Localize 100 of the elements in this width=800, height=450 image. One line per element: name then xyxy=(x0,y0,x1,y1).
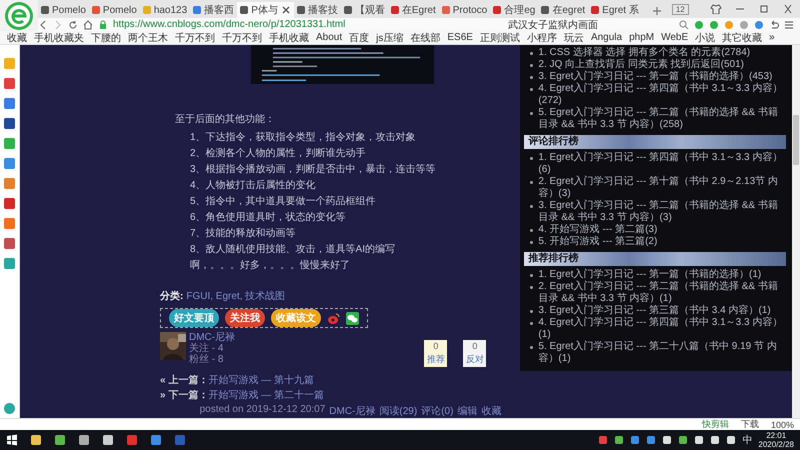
browser-tab[interactable]: 在Egret xyxy=(388,2,439,18)
plus-icon[interactable] xyxy=(652,6,662,16)
browser-tab[interactable]: Egret 系 xyxy=(588,2,642,18)
search-icon[interactable] xyxy=(679,20,689,30)
address-field[interactable]: https://www.cnblogs.com/dmc-nero/p/12031331.html xyxy=(113,19,499,30)
sidebar-link[interactable]: 4. Egret入门学习日记 --- 第四篇（书中 3.1～3.3 内容）(272) xyxy=(528,83,786,107)
refresh-icon[interactable] xyxy=(68,20,78,30)
bookmark[interactable]: 两个王木 xyxy=(127,30,169,44)
tray-icon[interactable] xyxy=(726,435,736,445)
scrollbar[interactable] xyxy=(792,45,800,418)
app-icon[interactable] xyxy=(4,118,15,129)
close-icon[interactable] xyxy=(280,5,291,15)
bookmark[interactable]: 其它收藏 xyxy=(721,30,764,44)
bookmark[interactable]: 下腰的 xyxy=(90,30,122,44)
sidebar-link[interactable]: 3. Egret入门学习日记 --- 第一篇（书籍的选择）(453) xyxy=(528,71,786,83)
app-icon[interactable] xyxy=(30,434,42,446)
tray-icon[interactable] xyxy=(662,435,672,445)
tab-count[interactable]: 12 xyxy=(672,4,689,15)
tray-icon[interactable] xyxy=(710,435,720,445)
search-field[interactable]: 武汉女子监狱内画面 xyxy=(504,18,674,30)
sidebar-link[interactable]: 2. Egret入门学习日记 --- 第二篇（书籍的选择 && 书籍目录 && 书中 3.3 节 内容）(1) xyxy=(528,281,786,305)
tray-icon[interactable] xyxy=(694,435,704,445)
list-item: 5、指令中，其中道具要做一个药品框组件 xyxy=(190,196,377,207)
bookmark[interactable]: ES6E xyxy=(446,32,474,43)
app-icon[interactable] xyxy=(102,434,114,446)
sidebar-link[interactable]: 4. 开始写游戏 --- 第二篇(3) xyxy=(528,224,786,236)
chat-icon[interactable] xyxy=(346,312,359,324)
bookmark[interactable]: 手机收藏夹 xyxy=(33,30,85,44)
bookmark[interactable]: 千万不到 xyxy=(221,30,263,44)
input-method[interactable]: 中 xyxy=(742,433,752,447)
browser-tab[interactable]: 在egret xyxy=(538,2,588,18)
back-icon[interactable] xyxy=(38,20,48,30)
menu-icon[interactable] xyxy=(784,20,794,30)
post-link[interactable]: 开始写游戏 — 第二十一篇 xyxy=(208,388,324,402)
maximize-icon[interactable] xyxy=(758,4,770,14)
sidebar-link[interactable]: 1. CSS 选择器 选择 拥有多个类名 的元素(2784) xyxy=(528,47,786,59)
sidebar-link[interactable]: 5. Egret入门学习日记 --- 第二篇（书籍的选择 && 书籍目录 && 书中 3.3 节 内容）(258) xyxy=(528,107,786,131)
category-link[interactable]: FGUI, Egret, 技术战图 xyxy=(186,289,286,303)
bookmark[interactable]: js压缩 xyxy=(375,30,404,44)
sidebar-link[interactable]: 2. JQ 向上查找背后 同类元素 找到后返回(501) xyxy=(528,59,786,71)
app-icon[interactable] xyxy=(150,434,162,446)
app-icon[interactable] xyxy=(54,434,66,446)
bookmark[interactable]: 正则测试 xyxy=(478,30,521,44)
sidebar-link[interactable]: 1. Egret入门学习日记 --- 第一篇（书籍的选择）(1) xyxy=(528,269,786,281)
sidebar-link[interactable]: 2. Egret入门学习日记 --- 第十篇（书中 2.9～2.13节 内容）(3) xyxy=(528,176,786,200)
bookmark[interactable]: 收藏 xyxy=(6,30,28,44)
bookmark[interactable]: 小程序 xyxy=(526,30,558,44)
status-item[interactable]: 下载 xyxy=(740,418,759,431)
browser-tab[interactable]: P体与 xyxy=(237,2,294,18)
browser-tab[interactable]: hao123 xyxy=(140,2,190,18)
bookmark[interactable]: 手机收藏 xyxy=(268,30,310,44)
bookmark[interactable]: 百度 xyxy=(348,30,370,44)
weibo-icon[interactable] xyxy=(327,312,340,324)
bookmark[interactable]: Angula xyxy=(590,32,624,43)
shirt-icon[interactable] xyxy=(710,4,722,14)
post-link[interactable]: 开始写游戏 — 第十九篇 xyxy=(208,373,314,387)
bookmark[interactable]: 玩云 xyxy=(562,30,585,44)
status-item[interactable]: 100% xyxy=(770,420,794,430)
bookmark[interactable]: About xyxy=(315,32,344,43)
undo-icon[interactable] xyxy=(769,20,779,30)
footer-link[interactable]: 编辑 xyxy=(457,404,478,418)
close-icon[interactable] xyxy=(782,4,794,14)
sidebar-link[interactable]: 5. 开始写游戏 --- 第三篇(2) xyxy=(528,236,786,248)
bookmark[interactable]: 千万不到 xyxy=(174,30,216,44)
section-title: 推荐排行榜 xyxy=(524,252,786,266)
following-count[interactable]: 关注 - 4 xyxy=(189,343,236,354)
footer-link[interactable]: 收藏 xyxy=(481,404,502,418)
status-item[interactable]: 快剪辑 xyxy=(702,418,729,431)
browser-tab[interactable]: Pomelo xyxy=(38,2,89,18)
browser-logo-icon[interactable] xyxy=(4,0,34,30)
footer-link[interactable]: DMC-尼禄 xyxy=(329,404,376,418)
windows-icon[interactable] xyxy=(6,434,18,446)
browser-tab[interactable]: 播客技 xyxy=(294,2,341,18)
sidebar-link[interactable]: 3. Egret入门学习日记 --- 第三篇（书中 3.4 内容）(1) xyxy=(528,305,786,317)
clock[interactable]: 22:01 2020/2/28 xyxy=(758,431,794,449)
browser-tab[interactable]: 【观看 xyxy=(340,2,388,18)
vote-button[interactable]: 0 推荐 xyxy=(424,340,448,367)
share-button[interactable]: 关注我 xyxy=(225,309,265,327)
footer-link[interactable]: 阅读(29) xyxy=(379,404,418,418)
tray-icon[interactable] xyxy=(678,435,688,445)
app-icon[interactable] xyxy=(78,434,90,446)
followers-count[interactable]: 粉丝 - 8 xyxy=(189,354,236,365)
bookmark[interactable]: » xyxy=(768,32,776,43)
sidebar-link[interactable]: 1. Egret入门学习日记 --- 第四篇（书中 3.1～3.3 内容）(6) xyxy=(528,152,786,176)
vote-button[interactable]: 0 反对 xyxy=(463,340,486,367)
browser-tab[interactable]: 播客西 xyxy=(190,2,238,18)
bookmark[interactable]: phpM xyxy=(628,32,656,43)
author-link[interactable]: DMC-尼禄 xyxy=(189,332,236,343)
bookmark[interactable]: 在线部 xyxy=(409,30,442,44)
sidebar-link[interactable]: 5. Egret入门学习日记 --- 第二十八篇（书中 9.19 节 内容）(1) xyxy=(528,341,786,365)
browser-tab[interactable]: Pomelo xyxy=(88,2,140,18)
tray-icon[interactable] xyxy=(614,435,624,445)
sidebar-link[interactable]: 4. Egret入门学习日记 --- 第四篇（书中 3.1～3.3 内容）(1) xyxy=(528,317,786,341)
bookmark[interactable]: 小说 xyxy=(694,30,716,44)
browser-tab[interactable]: 合理eg xyxy=(490,2,538,18)
browser-tab[interactable]: Protoco xyxy=(438,2,490,18)
sidebar-link[interactable]: 3. Egret入门学习日记 --- 第二篇（书籍的选择 && 书籍目录 && 书中 3.3 节 内容）(3) xyxy=(528,200,786,224)
footer-link[interactable]: 评论(0) xyxy=(421,404,454,418)
home-icon[interactable] xyxy=(83,20,93,30)
bookmark[interactable]: WebE xyxy=(660,32,690,43)
